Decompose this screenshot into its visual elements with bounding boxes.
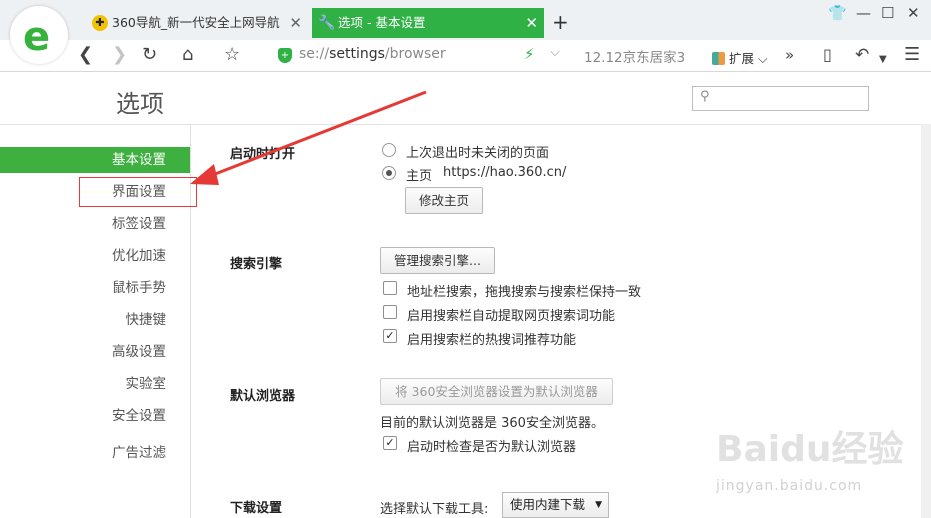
settings-search[interactable]: ⚲ (692, 86, 869, 111)
360-safe-icon: ✚ (92, 15, 108, 31)
startup-section-label: 启动时打开 (230, 147, 296, 162)
option-home-page-label: 主页 (406, 169, 433, 184)
download-tool-select[interactable]: 使用内建下载 ▼ (502, 492, 609, 518)
chevron-down-icon[interactable]: ▼ (879, 49, 887, 71)
favorite-star-icon[interactable]: ☆ (224, 44, 240, 66)
speed-mode-icon[interactable]: ⚡ (524, 45, 535, 63)
address-bar-search-sync-label: 地址栏搜索，拖拽搜索与搜索栏保持一致 (407, 285, 642, 300)
minimize-button[interactable]: — (856, 4, 871, 22)
sidebar-item-shortcuts[interactable]: 快捷键 (0, 307, 190, 333)
annotation-highlight-box (79, 177, 197, 207)
dropdown-arrow-icon: ▼ (595, 500, 602, 510)
download-tool-label: 选择默认下载工具: (380, 502, 489, 517)
close-icon[interactable]: ✕ (289, 8, 302, 38)
default-browser-status: 目前的默认浏览器是 360安全浏览器。 (380, 416, 604, 431)
home-button[interactable]: ⌂ (182, 44, 193, 66)
tab-360-navigation[interactable]: ✚ 360导航_新一代安全上网导航 ✕ (86, 8, 308, 38)
browser-logo-icon: e (23, 14, 51, 60)
sidebar-item-tabs[interactable]: 标签设置 (0, 211, 190, 237)
manage-search-engines-button[interactable]: 管理搜索引擎... (380, 247, 495, 274)
back-button[interactable]: ❮ (78, 44, 93, 66)
sidebar-item-advanced[interactable]: 高级设置 (0, 339, 190, 365)
tab-label: 360导航_新一代安全上网导航 (112, 15, 280, 30)
hot-search-recommend-label: 启用搜索栏的热搜词推荐功能 (407, 333, 577, 348)
title-bar: ✚ 360导航_新一代安全上网导航 ✕ 🔧 选项 - 基本设置 ✕ + 👕 — … (0, 0, 931, 40)
search-icon: ⚲ (700, 89, 710, 104)
edit-home-page-button[interactable]: 修改主页 (405, 187, 483, 214)
set-default-browser-button[interactable]: 将 360安全浏览器设置为默认浏览器 (380, 378, 613, 405)
browser-logo[interactable]: e (10, 6, 68, 64)
toolbar: ❮ ❯ ↻ ⌂ ☆ + se://settings/browser ⚡ ⌵ 12… (0, 40, 931, 72)
checkbox-auto-extract-search-terms[interactable] (383, 305, 397, 319)
hot-search-text[interactable]: 12.12京东居家3 (584, 46, 699, 66)
option-last-session-label: 上次退出时未关闭的页面 (406, 146, 550, 161)
extensions-button[interactable]: 扩展 ⌵ (712, 48, 767, 67)
checkbox-address-bar-search-sync[interactable] (383, 281, 397, 295)
close-window-button[interactable]: ✕ (907, 4, 920, 22)
menu-icon[interactable]: ☰ (904, 44, 920, 66)
security-shield-icon: + (278, 48, 292, 63)
home-page-url: https://hao.360.cn/ (443, 165, 567, 180)
tab-options-basic-settings[interactable]: 🔧 选项 - 基本设置 ✕ (312, 8, 544, 38)
sidebar-item-mouse-gestures[interactable]: 鼠标手势 (0, 275, 190, 301)
url-text[interactable]: se://settings/browser (299, 46, 446, 62)
more-extensions-icon[interactable]: » (785, 44, 794, 66)
default-browser-section-label: 默认浏览器 (230, 389, 296, 404)
sidebar-item-ad-filter[interactable]: 广告过滤 (0, 440, 190, 466)
check-default-on-start-label: 启动时检查是否为默认浏览器 (407, 440, 577, 455)
sidebar-item-security[interactable]: 安全设置 (0, 403, 190, 429)
close-icon[interactable]: ✕ (525, 8, 538, 38)
search-input[interactable] (717, 89, 862, 108)
maximize-button[interactable]: ☐ (881, 4, 894, 22)
radio-last-session[interactable] (382, 143, 396, 157)
sidebar-item-optimize[interactable]: 优化加速 (0, 243, 190, 269)
undo-icon[interactable]: ↶ (855, 44, 869, 66)
tab-label: 选项 - 基本设置 (338, 15, 426, 30)
extensions-grid-icon (712, 52, 725, 65)
new-tab-button[interactable]: + (552, 10, 569, 34)
reload-button[interactable]: ↻ (142, 44, 157, 66)
download-section-label: 下载设置 (230, 501, 283, 516)
checkbox-hot-search-recommend[interactable]: ✓ (383, 329, 397, 343)
radio-home-page[interactable] (382, 166, 396, 180)
wrench-icon: 🔧 (318, 15, 336, 31)
chevron-down-icon[interactable]: ⌵ (550, 45, 560, 60)
sidebar-item-lab[interactable]: 实验室 (0, 371, 190, 397)
watermark-url: jingyan.baidu.com (716, 478, 863, 494)
page-title: 选项 (116, 90, 164, 118)
forward-button[interactable]: ❯ (112, 44, 127, 66)
auto-extract-search-terms-label: 启用搜索栏自动提取网页搜索词功能 (407, 309, 616, 324)
address-bar[interactable]: + se://settings/browser ⚡ ⌵ 12.12京东居家3 (274, 43, 704, 69)
phone-icon[interactable]: ▯ (823, 44, 832, 66)
skin-icon[interactable]: 👕 (828, 4, 847, 22)
sidebar-item-basic[interactable]: 基本设置 (0, 147, 190, 173)
scrollbar[interactable] (921, 124, 931, 518)
watermark-logo: Baidu经验 (716, 429, 904, 470)
search-engine-section-label: 搜索引擎 (230, 257, 283, 272)
checkbox-check-default-on-start[interactable]: ✓ (383, 436, 397, 450)
